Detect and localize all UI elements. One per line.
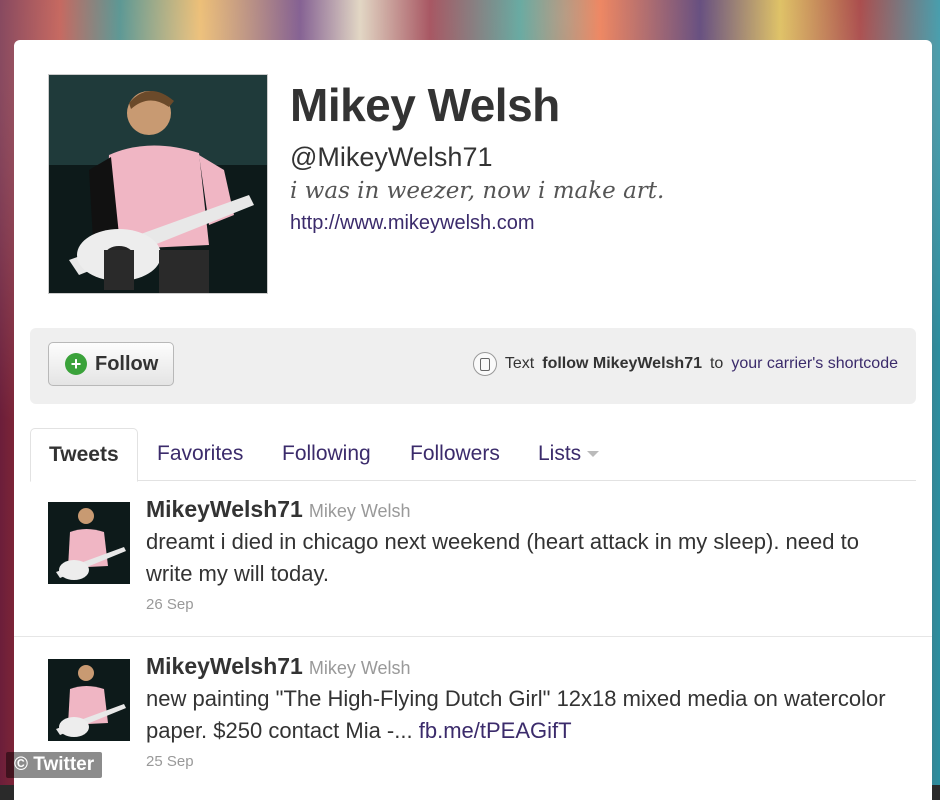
guitarist-thumbnail-icon: [48, 659, 130, 741]
tweet-text: dreamt i died in chicago next weekend (h…: [146, 529, 859, 586]
follow-button[interactable]: + Follow: [48, 342, 174, 386]
tweet-username[interactable]: MikeyWelsh71: [146, 653, 303, 679]
tweet-username[interactable]: MikeyWelsh71: [146, 496, 303, 522]
tab-favorites[interactable]: Favorites: [157, 428, 243, 480]
sms-to: to: [709, 355, 724, 372]
twitter-watermark: © Twitter: [6, 752, 103, 778]
tab-lists-label: Lists: [538, 442, 582, 465]
phone-icon: [472, 352, 497, 376]
tab-followers[interactable]: Followers: [410, 428, 500, 480]
tweet-date[interactable]: 25 Sep: [146, 753, 194, 770]
guitarist-photo-icon: [49, 75, 267, 293]
chevron-down-icon: [587, 451, 600, 458]
tweet-item: MikeyWelsh71 Mikey Welsh dreamt i died in…: [14, 482, 932, 632]
tweet-date[interactable]: 26 Sep: [146, 596, 194, 613]
tab-tweets[interactable]: Tweets: [30, 428, 138, 482]
tweet-header: MikeyWelsh71 Mikey Welsh: [146, 653, 411, 680]
tweet-avatar[interactable]: [48, 502, 130, 584]
tweet-item: MikeyWelsh71 Mikey Welsh new painting "Th…: [14, 636, 932, 787]
tab-following[interactable]: Following: [282, 428, 371, 480]
profile-card: Mikey Welsh @MikeyWelsh71 i was in weeze…: [14, 40, 932, 800]
profile-tabs: Tweets Favorites Following Followers Lis…: [30, 428, 916, 482]
tweet-link[interactable]: fb.me/tPEAGifT: [419, 718, 572, 743]
tweet-real-name: Mikey Welsh: [308, 658, 411, 678]
follow-button-label: Follow: [95, 352, 159, 375]
tweet-real-name: Mikey Welsh: [308, 501, 411, 521]
sms-command: follow MikeyWelsh71: [542, 355, 702, 372]
tweet-text: new painting "The High-Flying Dutch Girl…: [146, 683, 906, 747]
plus-icon: +: [65, 353, 87, 375]
profile-url-link[interactable]: http://www.mikeywelsh.com: [290, 212, 535, 235]
sms-follow-info: Text follow MikeyWelsh71 to your carrier…: [472, 352, 898, 376]
follow-bar: + Follow Text follow MikeyWelsh71 to you…: [30, 328, 916, 404]
tab-lists[interactable]: Lists: [538, 428, 600, 480]
guitarist-thumbnail-icon: [48, 502, 130, 584]
tweet-header: MikeyWelsh71 Mikey Welsh: [146, 496, 411, 523]
profile-handle: @MikeyWelsh71: [290, 142, 493, 172]
tweet-avatar[interactable]: [48, 659, 130, 741]
carrier-shortcode-link[interactable]: your carrier's shortcode: [731, 355, 898, 373]
profile-avatar[interactable]: [48, 74, 268, 294]
sms-prefix: Text: [504, 355, 535, 372]
profile-name: Mikey Welsh: [290, 79, 560, 131]
profile-bio: i was in weezer, now i make art.: [290, 178, 665, 204]
